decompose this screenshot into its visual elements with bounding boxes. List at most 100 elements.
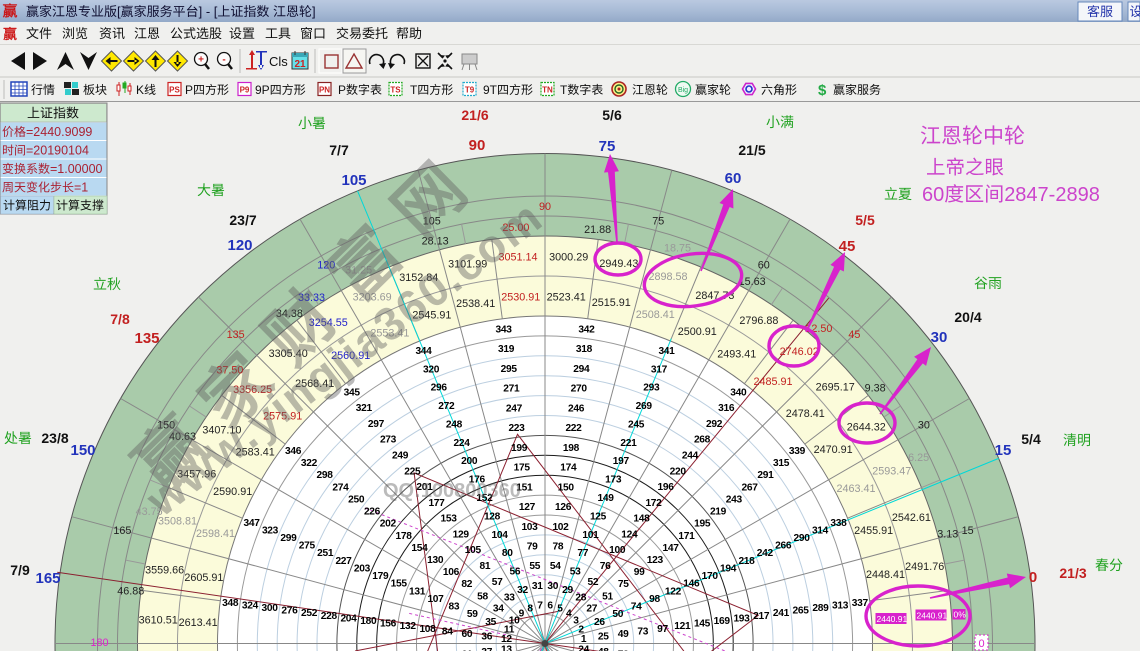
svg-text:=20190104: =20190104 xyxy=(26,144,89,158)
svg-text:165: 165 xyxy=(113,525,131,537)
svg-text:60: 60 xyxy=(922,184,944,206)
svg-text:344: 344 xyxy=(415,346,432,357)
svg-text:21/6: 21/6 xyxy=(461,107,488,123)
svg-text:320: 320 xyxy=(423,364,440,375)
svg-text:53: 53 xyxy=(570,567,581,578)
svg-text:296: 296 xyxy=(431,383,448,394)
svg-text:29: 29 xyxy=(562,585,573,596)
svg-text:107: 107 xyxy=(427,594,444,605)
svg-text:224: 224 xyxy=(454,438,471,449)
svg-text:248: 248 xyxy=(446,420,463,431)
svg-text:5/4: 5/4 xyxy=(1021,431,1041,447)
svg-text:165: 165 xyxy=(35,570,60,587)
svg-text:90: 90 xyxy=(539,201,551,213)
svg-text:195: 195 xyxy=(694,519,711,530)
svg-text:274: 274 xyxy=(332,482,349,493)
svg-text:7/7: 7/7 xyxy=(329,142,349,158)
svg-text:80: 80 xyxy=(502,548,513,559)
svg-text:245: 245 xyxy=(628,420,645,431)
svg-text:27: 27 xyxy=(586,604,597,615)
svg-text:21.88: 21.88 xyxy=(584,224,611,236)
svg-text:200: 200 xyxy=(461,456,478,467)
svg-text:292: 292 xyxy=(706,419,723,430)
svg-text:46.88: 46.88 xyxy=(117,586,144,598)
svg-text:126: 126 xyxy=(555,502,572,513)
svg-text:45: 45 xyxy=(839,238,856,255)
svg-text:75: 75 xyxy=(618,579,629,590)
svg-text:TN: TN xyxy=(542,86,553,95)
svg-text:171: 171 xyxy=(678,531,695,542)
svg-text:101: 101 xyxy=(582,530,599,541)
svg-text:218: 218 xyxy=(738,556,755,567)
svg-text:9: 9 xyxy=(519,608,525,619)
svg-text:225: 225 xyxy=(404,466,421,477)
svg-text:60: 60 xyxy=(462,629,473,640)
svg-text:318: 318 xyxy=(576,344,593,355)
svg-text:337: 337 xyxy=(852,598,869,609)
svg-text:324: 324 xyxy=(242,600,259,611)
svg-text:155: 155 xyxy=(391,579,408,590)
svg-text:342: 342 xyxy=(578,325,595,336)
svg-text:174: 174 xyxy=(560,463,577,474)
svg-text:124: 124 xyxy=(621,530,638,541)
svg-text:23/8: 23/8 xyxy=(41,430,68,446)
svg-text:131: 131 xyxy=(409,586,426,597)
svg-text:2515.91: 2515.91 xyxy=(592,297,631,309)
svg-text:35: 35 xyxy=(485,617,496,628)
svg-text:198: 198 xyxy=(563,443,580,454)
svg-text:74: 74 xyxy=(631,602,642,613)
svg-text:6: 6 xyxy=(547,601,553,612)
svg-text:316: 316 xyxy=(718,403,735,414)
svg-text:2500.91: 2500.91 xyxy=(678,326,717,338)
svg-text:36: 36 xyxy=(481,632,492,643)
svg-text:173: 173 xyxy=(605,475,622,486)
svg-text:180: 180 xyxy=(360,616,377,627)
svg-text:243: 243 xyxy=(726,494,743,505)
svg-text:319: 319 xyxy=(498,344,515,355)
svg-text:317: 317 xyxy=(651,364,668,375)
svg-text:199: 199 xyxy=(511,443,528,454)
svg-text:244: 244 xyxy=(682,451,699,462)
svg-text:7/9: 7/9 xyxy=(10,562,30,578)
svg-text:346: 346 xyxy=(285,446,302,457)
svg-text:T: T xyxy=(410,83,418,97)
svg-text:0%: 0% xyxy=(954,610,967,620)
svg-text:2: 2 xyxy=(578,624,584,635)
svg-text:2796.88: 2796.88 xyxy=(739,315,778,327)
svg-text:323: 323 xyxy=(262,525,279,536)
svg-text:132: 132 xyxy=(400,621,417,632)
svg-text:271: 271 xyxy=(503,384,520,395)
svg-text:K: K xyxy=(136,83,144,97)
svg-text:T9: T9 xyxy=(465,86,475,95)
svg-text:273: 273 xyxy=(380,435,397,446)
svg-text:50: 50 xyxy=(612,609,623,620)
svg-text:2590.91: 2590.91 xyxy=(213,486,252,498)
svg-text:49: 49 xyxy=(618,629,629,640)
svg-text:228: 228 xyxy=(321,611,338,622)
svg-text:13: 13 xyxy=(501,644,512,651)
svg-text:-: - xyxy=(222,55,225,66)
svg-text:340: 340 xyxy=(730,387,747,398)
svg-text:31: 31 xyxy=(532,581,543,592)
svg-text:156: 156 xyxy=(380,619,397,630)
svg-text:341: 341 xyxy=(658,346,675,357)
svg-text:33: 33 xyxy=(504,593,515,604)
svg-text:246: 246 xyxy=(568,403,585,414)
svg-text:56: 56 xyxy=(510,567,521,578)
svg-text:314: 314 xyxy=(812,525,829,536)
svg-text:PS: PS xyxy=(169,86,180,95)
svg-text:178: 178 xyxy=(396,531,413,542)
svg-text:2470.91: 2470.91 xyxy=(814,444,853,456)
svg-text:30: 30 xyxy=(931,329,948,346)
svg-text:=1: =1 xyxy=(74,181,88,195)
svg-text:2695.17: 2695.17 xyxy=(816,382,855,394)
svg-text:147: 147 xyxy=(663,543,680,554)
svg-text:315: 315 xyxy=(773,458,790,469)
svg-text:196: 196 xyxy=(658,482,675,493)
svg-text:103: 103 xyxy=(521,522,538,533)
svg-text:2530.91: 2530.91 xyxy=(501,292,540,304)
svg-text:2508.41: 2508.41 xyxy=(636,309,675,321)
svg-text:PN: PN xyxy=(319,86,330,95)
svg-text:149: 149 xyxy=(598,493,615,504)
svg-text:3610.51: 3610.51 xyxy=(139,615,178,627)
